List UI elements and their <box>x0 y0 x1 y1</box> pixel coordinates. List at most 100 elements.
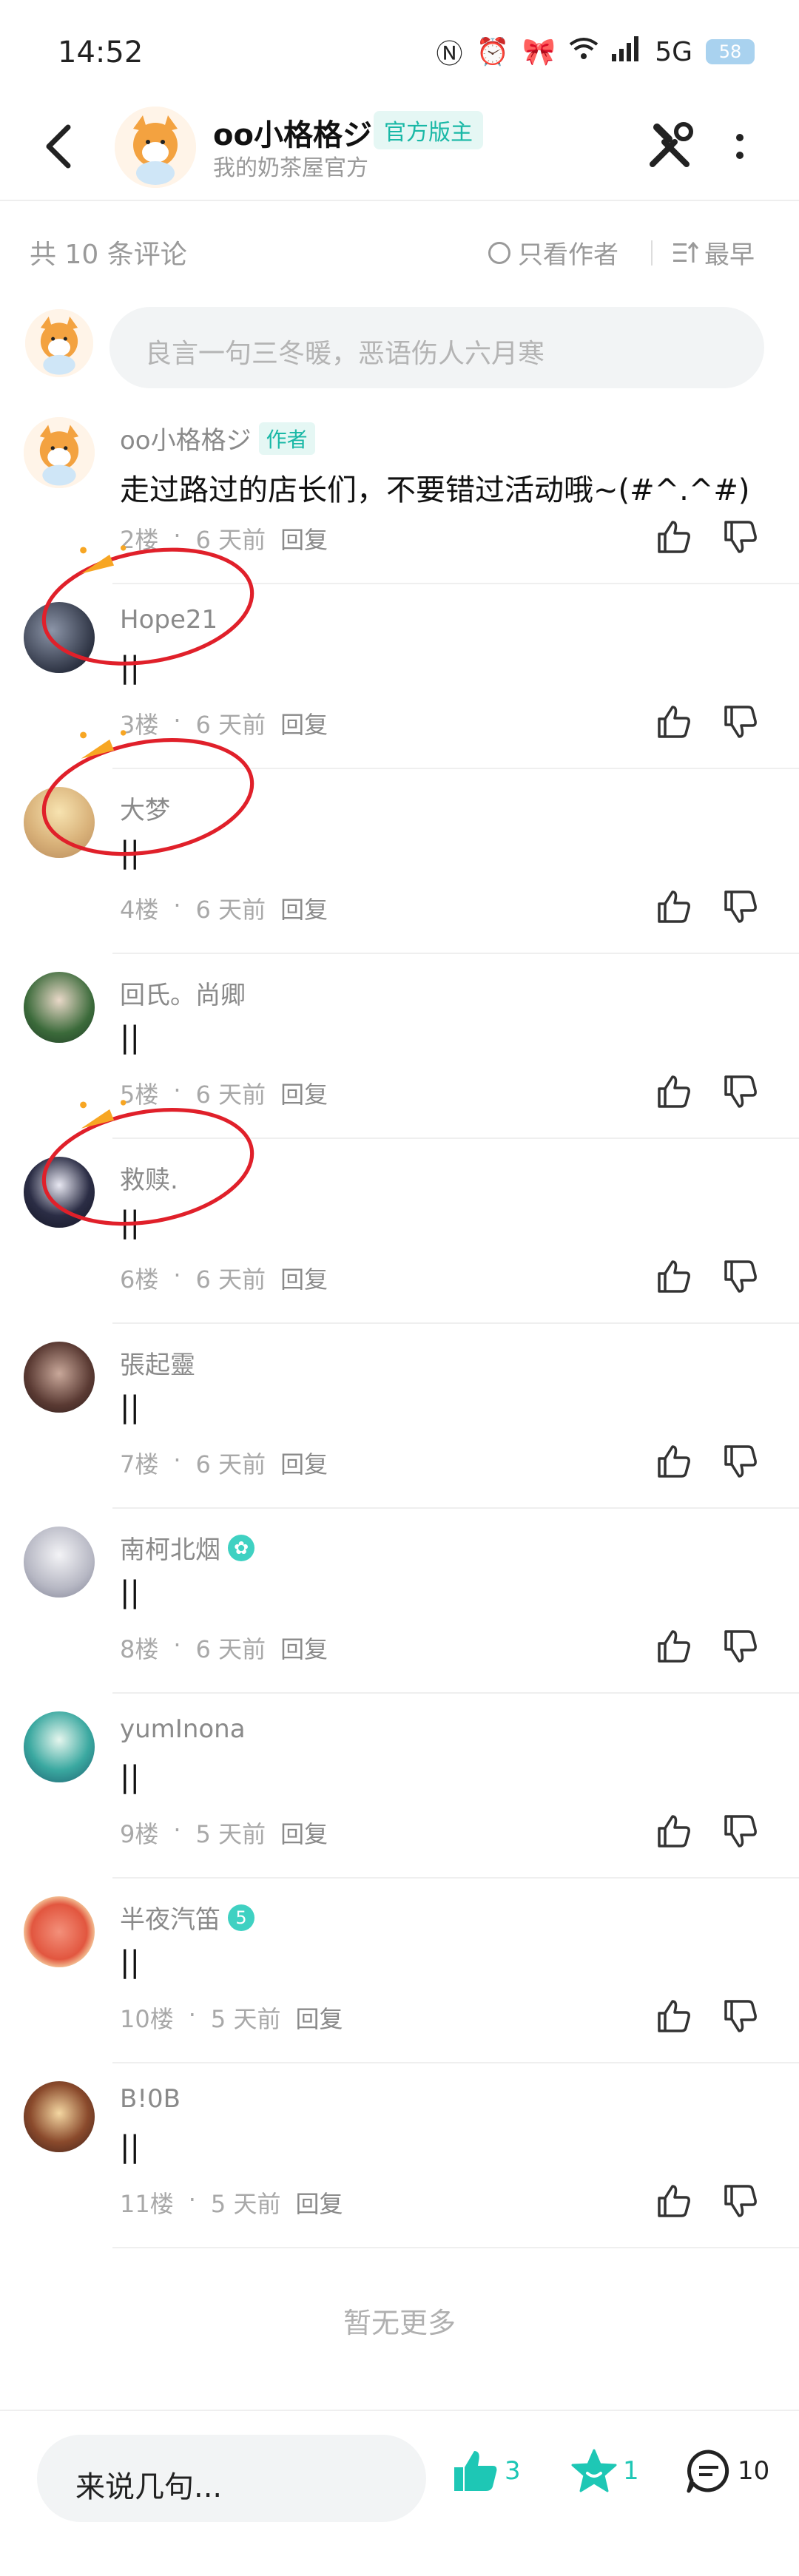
comment-content: || <box>120 1021 140 1055</box>
reply-button[interactable]: 回复 <box>280 891 328 925</box>
reply-button[interactable]: 回复 <box>280 1446 328 1480</box>
reply-button[interactable]: 回复 <box>280 1631 328 1665</box>
radio-icon <box>488 241 510 264</box>
dislike-button[interactable] <box>721 1627 760 1666</box>
reply-button[interactable]: 回复 <box>280 521 328 555</box>
like-button[interactable] <box>655 1997 693 2035</box>
commenter-name: 張起靈 <box>120 1345 195 1381</box>
thumbs-up-icon <box>658 2000 690 2032</box>
like-button[interactable] <box>655 1257 693 1296</box>
battery-icon: 58 <box>706 39 755 64</box>
commenter-avatar[interactable] <box>24 2081 95 2152</box>
dot-separator: · <box>173 706 181 734</box>
like-button[interactable] <box>655 1072 693 1111</box>
dislike-button[interactable] <box>721 1442 760 1481</box>
commenter-avatar[interactable] <box>24 1342 95 1413</box>
comment-row: oo小格格ジ 作者 走过路过的店长们，不要错过活动哦~(#^.^#) 2楼 · 6… <box>0 399 799 584</box>
reply-button[interactable]: 回复 <box>280 706 328 740</box>
dislike-button[interactable] <box>721 1257 760 1296</box>
shiba-avatar-icon <box>115 107 196 188</box>
dislike-button[interactable] <box>721 2182 760 2220</box>
commenter-avatar[interactable] <box>24 1896 95 1967</box>
commenter-name: yumInona <box>120 1714 246 1744</box>
reply-button[interactable]: 回复 <box>295 2001 343 2035</box>
commenter-name-text: Hope21 <box>120 605 218 635</box>
commenter-avatar[interactable] <box>24 1711 95 1782</box>
commenter-avatar[interactable] <box>24 417 95 488</box>
divider <box>651 240 653 266</box>
comment-time: 6 天前 <box>195 1265 266 1294</box>
reply-button[interactable]: 回复 <box>280 1816 328 1850</box>
dislike-button[interactable] <box>721 888 760 926</box>
only-author-label: 只看作者 <box>518 240 618 270</box>
author-avatar[interactable] <box>115 107 196 188</box>
thumbs-up-icon <box>658 890 690 923</box>
comment-row: yumInona || 9楼 · 5 天前 回复 <box>0 1694 799 1879</box>
commenter-avatar[interactable] <box>24 787 95 858</box>
favorite-button[interactable]: 1 <box>570 2448 639 2494</box>
dot-separator: · <box>173 521 181 550</box>
commenter-name-text: 回氏。尚卿 <box>120 981 246 1010</box>
favorite-count: 1 <box>623 2456 639 2486</box>
comment-meta: 9楼 · 5 天前 回复 <box>120 1816 328 1850</box>
only-author-toggle[interactable]: 只看作者 <box>488 234 618 271</box>
author-name: oo小格格ジ <box>213 118 372 152</box>
comments-button[interactable]: 10 <box>684 2448 769 2494</box>
comment-content: || <box>120 836 140 870</box>
chevron-left-icon <box>46 124 71 169</box>
more-vertical-icon <box>736 134 744 159</box>
floor-number: 6楼 <box>120 1265 159 1294</box>
back-button[interactable] <box>37 120 81 173</box>
wifi-icon <box>569 37 599 67</box>
comment-input-placeholder: 良言一句三冬暖，恶语伤人六月寒 <box>145 339 545 369</box>
commenter-name: Hope21 <box>120 605 218 635</box>
dislike-button[interactable] <box>721 518 760 556</box>
dislike-button[interactable] <box>721 1997 760 2035</box>
dot-separator: · <box>188 2185 196 2214</box>
floor-number: 8楼 <box>120 1635 159 1663</box>
comment-input[interactable]: 良言一句三冬暖，恶语伤人六月寒 <box>109 307 764 388</box>
dislike-button[interactable] <box>721 1812 760 1850</box>
like-button[interactable] <box>655 888 693 926</box>
commenter-name-text: oo小格格ジ <box>120 426 252 456</box>
dot-separator: · <box>188 2001 196 2029</box>
comment-meta: 4楼 · 6 天前 回复 <box>120 891 328 925</box>
sort-button[interactable]: 最早 <box>673 234 755 271</box>
comment-meta: 7楼 · 6 天前 回复 <box>120 1446 328 1480</box>
like-button[interactable] <box>655 1812 693 1850</box>
status-bar: 14:52 Ⓝ ⏰ 🎀 5G 58 <box>0 0 799 89</box>
say-input[interactable]: 来说几句... <box>37 2435 426 2522</box>
dislike-button[interactable] <box>721 703 760 741</box>
like-post-button[interactable]: 3 <box>451 2448 521 2494</box>
thumbs-up-icon <box>658 1815 690 1848</box>
comment-content: 走过路过的店长们，不要错过活动哦~(#^.^#) <box>120 473 750 507</box>
thumbs-up-icon <box>658 2185 690 2217</box>
dislike-button[interactable] <box>721 1072 760 1111</box>
like-button[interactable] <box>655 1442 693 1481</box>
network-label: 5G <box>655 36 692 67</box>
thumbs-down-icon <box>724 1630 757 1663</box>
commenter-avatar[interactable] <box>24 972 95 1043</box>
more-button[interactable] <box>729 123 751 170</box>
commenter-avatar[interactable] <box>24 1157 95 1228</box>
thumbs-down-icon <box>724 706 757 738</box>
reply-button[interactable]: 回复 <box>280 1261 328 1295</box>
like-button[interactable] <box>655 2182 693 2220</box>
reply-button[interactable]: 回复 <box>295 2185 343 2220</box>
comment-meta: 11楼 · 5 天前 回复 <box>120 2185 343 2220</box>
reply-button[interactable]: 回复 <box>280 1076 328 1110</box>
dot-separator: · <box>173 1076 181 1104</box>
status-time: 14:52 <box>58 36 144 70</box>
like-button[interactable] <box>655 703 693 741</box>
commenter-name: B!0B <box>120 2084 181 2114</box>
commenter-avatar[interactable] <box>24 1527 95 1598</box>
comment-count: 共 10 条评论 <box>30 240 187 270</box>
author-subtitle: 我的奶茶屋官方 <box>213 155 368 181</box>
commenter-avatar[interactable] <box>24 602 95 673</box>
like-button[interactable] <box>655 518 693 556</box>
bottom-bar: 来说几句... 3 1 10 <box>0 2410 799 2576</box>
tools-button[interactable] <box>644 120 695 173</box>
like-button[interactable] <box>655 1627 693 1666</box>
thumbs-down-icon <box>724 1075 757 1108</box>
thumbs-up-icon <box>658 1260 690 1293</box>
